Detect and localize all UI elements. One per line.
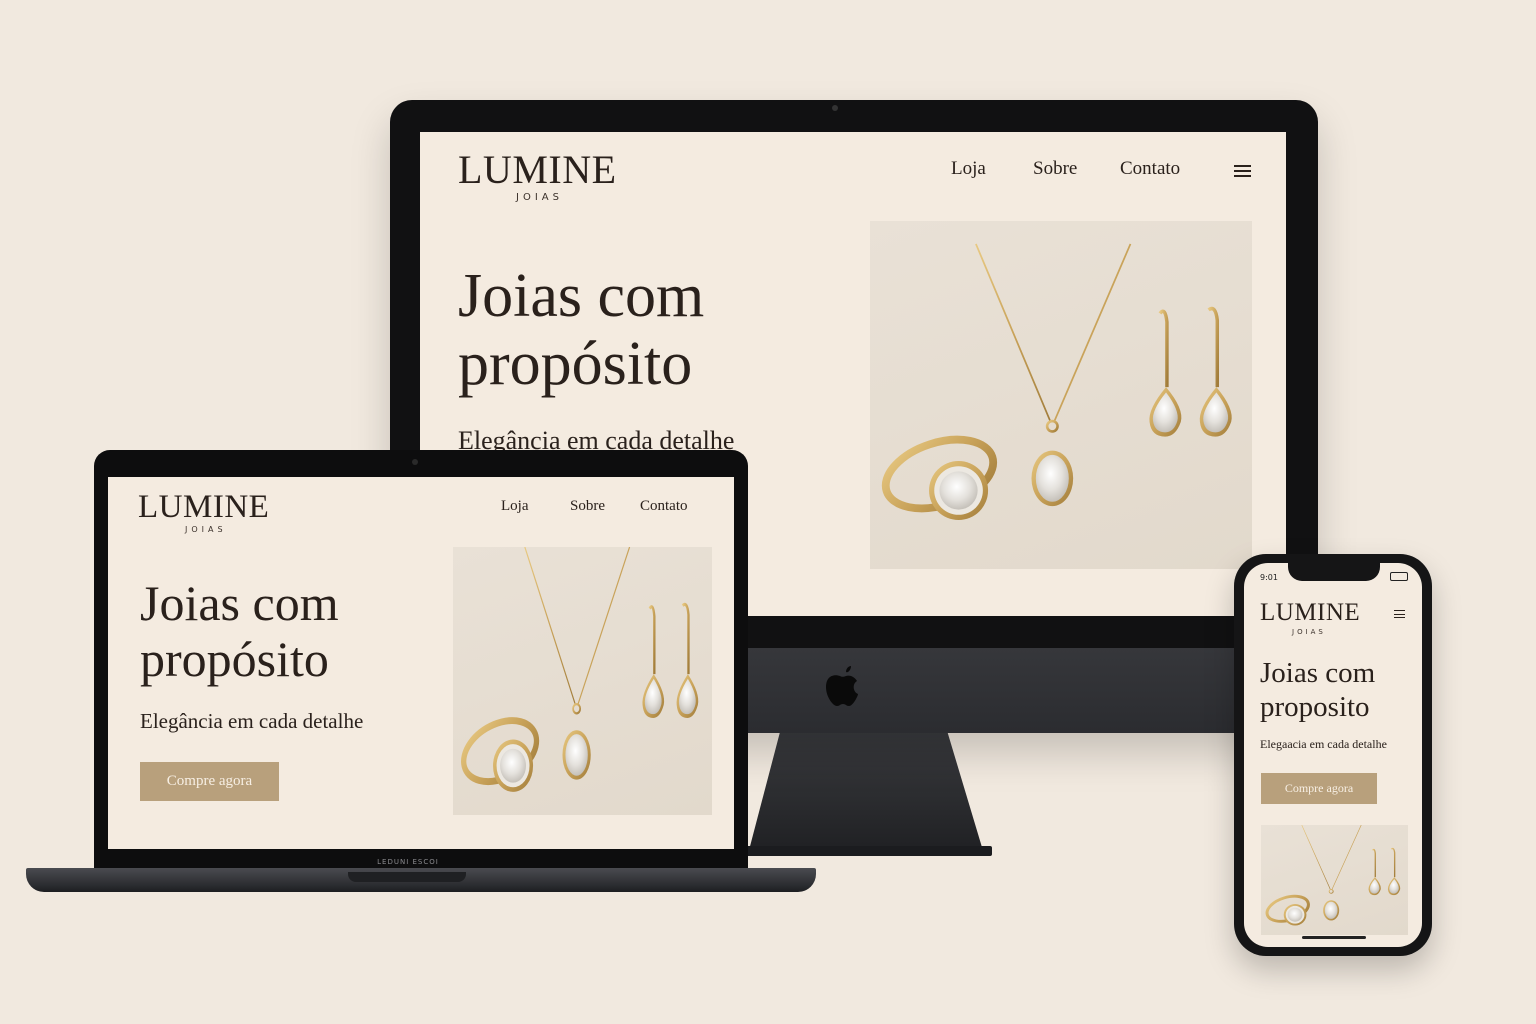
brand-tagline: JOIAS [185,525,227,534]
brand-logo[interactable]: LUMINE [1260,599,1360,627]
shop-now-button[interactable]: Compre agora [140,762,279,801]
phone-notch [1288,561,1380,581]
laptop-website: LUMINE JOIAS Loja Sobre Contato Joias co… [108,477,734,849]
hero-title-line2: proposito [1260,690,1370,723]
hero-title: Joias com propósito [140,575,339,687]
nav-loja[interactable]: Loja [951,158,986,180]
nav-contato[interactable]: Contato [1120,158,1180,180]
jewelry-illustration [1262,825,1402,928]
phone-website: 9:01 LUMINE JOIAS Joias com proposito El… [1244,563,1422,947]
phone-home-indicator [1302,936,1366,939]
nav-loja[interactable]: Loja [501,498,529,515]
brand-tagline: JOIAS [1292,628,1326,636]
brand-logo[interactable]: LUMINE [458,146,617,193]
apple-logo-icon [826,666,858,706]
hero-jewelry-image [453,547,712,815]
jewelry-illustration [870,221,1252,569]
hero-title-line2: propósito [458,330,693,399]
imac-stand [748,728,984,854]
hero-subtitle: Elegância em cada detalhe [140,709,364,733]
nav-sobre[interactable]: Sobre [570,498,605,515]
hero-jewelry-image [870,221,1252,569]
laptop-camera [412,459,418,465]
hero-jewelry-image [1261,825,1408,935]
imac-camera [832,105,838,111]
laptop-notch [348,872,466,882]
hero-title: Joias com proposito [1260,657,1375,724]
brand-tagline: JOIAS [516,192,563,203]
hamburger-icon[interactable] [1394,610,1405,618]
hero-title-line1: Joias com [1260,657,1376,689]
shop-now-button[interactable]: Compre agora [1261,773,1377,804]
jewelry-illustration [453,547,712,815]
status-time: 9:01 [1260,573,1278,582]
laptop-model-label: LEDUNI ESCOI [377,858,439,866]
hero-title-line1: Joias com [140,575,339,631]
battery-icon [1390,572,1408,581]
hero-title-line2: propósito [140,631,329,687]
nav-contato[interactable]: Contato [640,498,688,515]
hero-subtitle: Elegaacia em cada detalhe [1260,737,1387,751]
imac-stand-foot [740,846,992,856]
nav-sobre[interactable]: Sobre [1033,158,1077,180]
hero-title-line1: Joias com [458,262,705,330]
hamburger-icon[interactable] [1234,165,1251,177]
brand-logo[interactable]: LUMINE [138,489,269,526]
hero-title: Joias com propósito [458,262,704,398]
